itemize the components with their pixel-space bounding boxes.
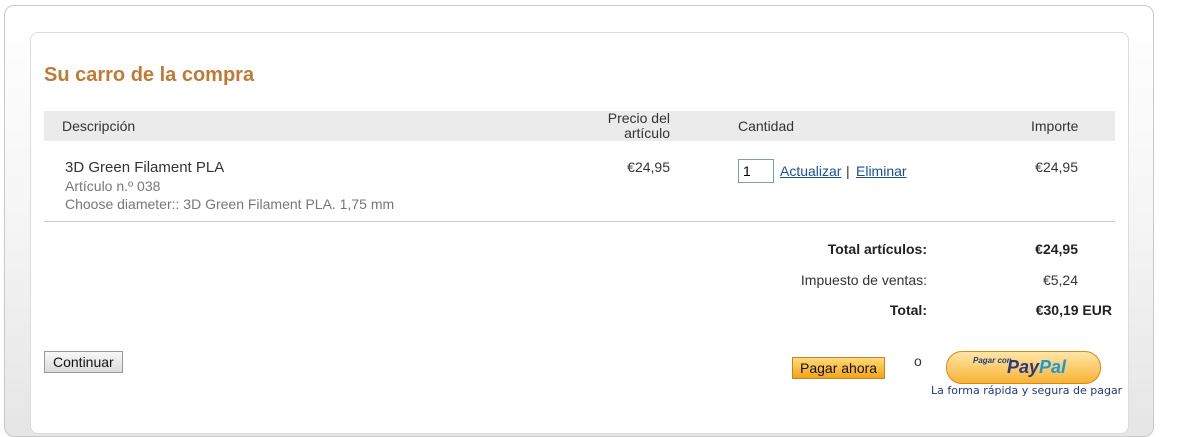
total-value: €30,19 EUR bbox=[1035, 302, 1112, 318]
paypal-checkout-button[interactable]: Pagar con PayPal bbox=[946, 351, 1101, 384]
continue-button[interactable]: Continuar bbox=[44, 351, 123, 373]
paypal-logo-pay: Pay bbox=[1007, 357, 1040, 377]
quantity-input[interactable] bbox=[738, 159, 774, 183]
total-label: Total: bbox=[889, 302, 927, 318]
tax-value: €5,24 bbox=[1042, 272, 1078, 288]
page-title: Su carro de la compra bbox=[44, 64, 255, 86]
header-price: Precio del artículo bbox=[607, 110, 670, 141]
pay-now-button[interactable]: Pagar ahora bbox=[792, 357, 886, 379]
update-link[interactable]: Actualizar bbox=[780, 163, 841, 179]
item-option: Choose diameter:: 3D Green Filament PLA.… bbox=[65, 196, 395, 212]
items-total-value: €24,95 bbox=[1035, 241, 1078, 257]
tax-label: Impuesto de ventas: bbox=[800, 272, 927, 288]
cart-table-header: Descripción Precio del artículo Cantidad… bbox=[44, 111, 1115, 141]
paypal-tagline: La forma rápida y segura de pagar bbox=[931, 384, 1123, 397]
item-amount: €24,95 bbox=[1035, 159, 1078, 175]
item-price: €24,95 bbox=[627, 159, 670, 175]
header-amount: Importe bbox=[1031, 118, 1079, 134]
paypal-logo-pal: Pal bbox=[1039, 357, 1067, 377]
items-total-label: Total artículos: bbox=[827, 241, 927, 257]
or-label: o bbox=[914, 353, 922, 369]
divider bbox=[44, 221, 1115, 222]
paypal-small-text: Pagar con bbox=[973, 356, 1012, 365]
remove-link[interactable]: Eliminar bbox=[856, 163, 907, 179]
link-separator: | bbox=[846, 163, 850, 179]
item-article-number: Artículo n.º 038 bbox=[65, 178, 161, 194]
header-description: Descripción bbox=[62, 118, 136, 134]
item-name: 3D Green Filament PLA bbox=[65, 159, 225, 176]
paypal-logo: PayPal bbox=[1007, 357, 1066, 378]
header-quantity: Cantidad bbox=[738, 118, 795, 134]
